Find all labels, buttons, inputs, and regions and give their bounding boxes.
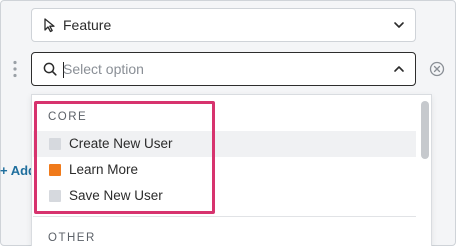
- option-search-select[interactable]: Select option: [31, 52, 416, 86]
- drag-handle-icon[interactable]: [11, 60, 19, 78]
- feature-select[interactable]: Feature: [31, 8, 416, 42]
- chevron-down-icon[interactable]: [393, 19, 405, 31]
- dropdown-scrollbar[interactable]: [419, 95, 431, 246]
- search-input-placeholder[interactable]: Select option: [63, 61, 144, 77]
- cursor-pointer-icon: [44, 18, 55, 33]
- chevron-up-icon[interactable]: [393, 63, 405, 75]
- group-label-other: OTHER: [48, 232, 96, 244]
- search-icon: [43, 62, 57, 76]
- remove-circle-icon[interactable]: [429, 61, 445, 77]
- group-divider: [33, 216, 416, 217]
- scrollbar-thumb[interactable]: [421, 101, 429, 159]
- annotation-highlight-box: [34, 101, 215, 214]
- feature-select-value: Feature: [63, 17, 112, 33]
